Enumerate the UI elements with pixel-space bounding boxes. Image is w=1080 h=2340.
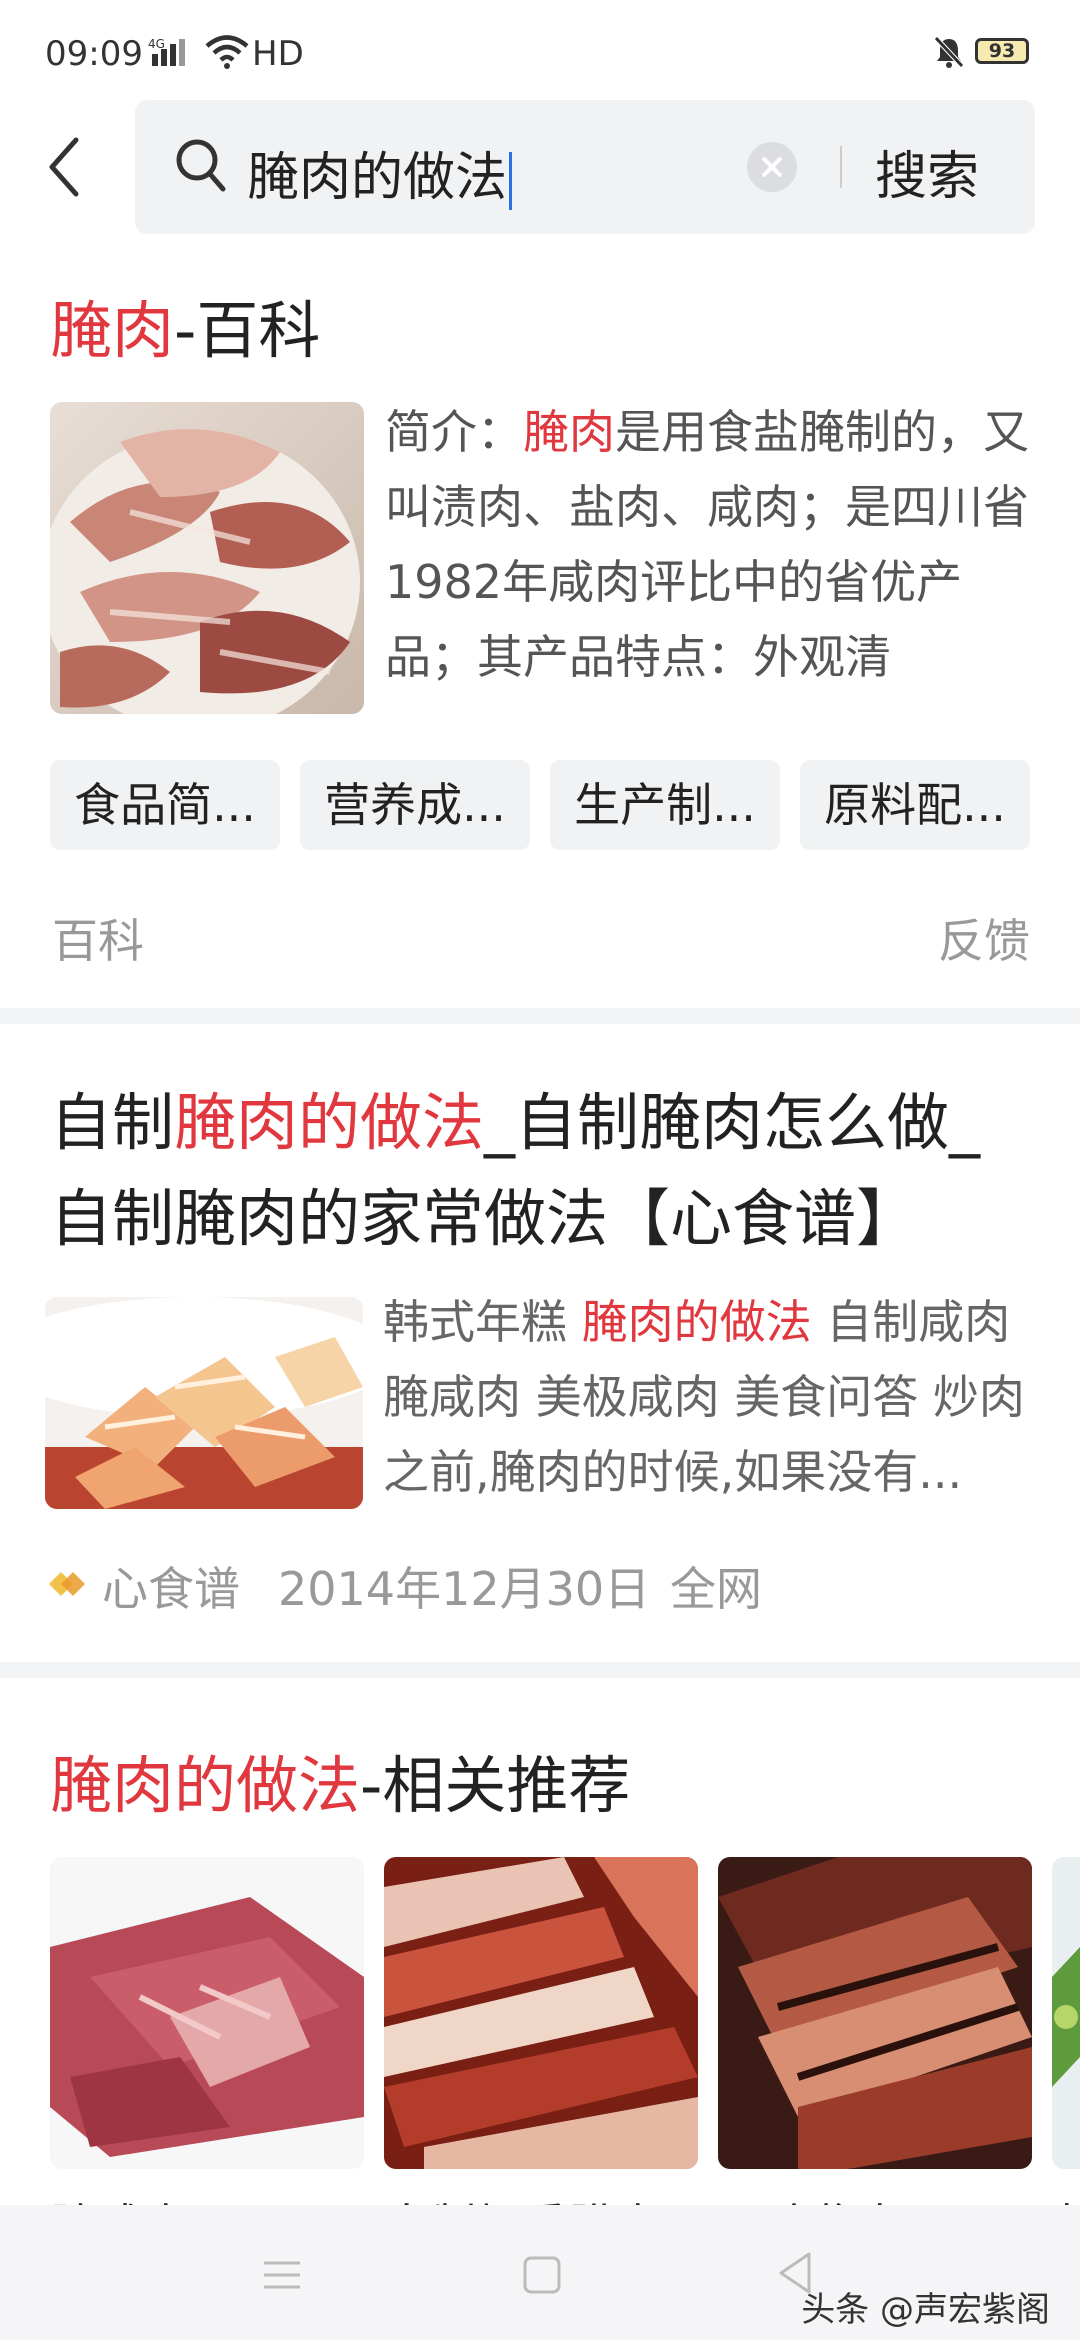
- svg-text:4G: 4G: [148, 37, 165, 51]
- back-button[interactable]: [40, 132, 100, 202]
- status-bar: 09:09 4G HD 93: [0, 0, 1080, 100]
- clear-icon[interactable]: [747, 142, 797, 192]
- feedback-button[interactable]: 反馈: [938, 905, 1030, 971]
- related-card-title: 腌肉的做法-相关推荐: [50, 1749, 631, 1822]
- signal-icon: 4G: [148, 36, 198, 72]
- baike-source: 百科: [52, 914, 144, 968]
- recipe-card-title[interactable]: 自制腌肉的做法_自制腌肉怎么做_自制腌肉的家常做法【心食谱】: [50, 1075, 1040, 1267]
- card-separator: [0, 1008, 1080, 1024]
- baike-card-title[interactable]: 腌肉-百科: [50, 280, 320, 370]
- related-item-image[interactable]: [384, 1857, 698, 2169]
- baike-thumbnail[interactable]: [50, 402, 364, 714]
- search-bar[interactable]: 腌肉的做法 搜索: [135, 100, 1035, 234]
- recipe-thumbnail[interactable]: [45, 1297, 363, 1509]
- baike-chips: 食品简... 营养成... 生产制... 原料配...: [50, 760, 1030, 850]
- battery-icon: 93: [975, 38, 1029, 64]
- hd-indicator: HD: [252, 34, 304, 74]
- search-divider: [840, 146, 842, 188]
- search-submit-button[interactable]: 搜索: [875, 134, 979, 209]
- related-item-image[interactable]: [1052, 1857, 1080, 2169]
- chevron-left-icon: [49, 137, 79, 197]
- bell-muted-icon: [932, 35, 966, 73]
- watermark: 头条 @声宏紫阁: [801, 2290, 1050, 2330]
- source-logo-icon: [45, 1561, 89, 1615]
- card-separator: [0, 1662, 1080, 1678]
- related-carousel[interactable]: [0, 1857, 1080, 2169]
- wifi-icon: [205, 35, 249, 73]
- chip-production[interactable]: 生产制...: [550, 760, 780, 850]
- recipe-source: 心食谱: [102, 1562, 240, 1616]
- search-header: 腌肉的做法 搜索: [0, 100, 1080, 235]
- status-time: 09:09: [45, 34, 143, 74]
- chip-ingredients[interactable]: 原料配...: [800, 760, 1030, 850]
- search-input[interactable]: 腌肉的做法: [247, 135, 513, 210]
- chip-nutrition[interactable]: 营养成...: [300, 760, 530, 850]
- menu-icon[interactable]: [262, 2255, 302, 2299]
- home-icon[interactable]: [522, 2255, 562, 2299]
- recipe-snippet: 韩式年糕 腌肉的做法 自制咸肉 腌咸肉 美极咸肉 美食问答 炒肉之前,腌肉的时候…: [383, 1295, 1025, 1499]
- recipe-date: 2014年12月30日: [278, 1562, 651, 1616]
- baike-intro: 简介：腌肉是用食盐腌制的，又叫渍肉、盐肉、咸肉；是四川省1982年咸肉评比中的省…: [385, 405, 1029, 684]
- chip-food-intro[interactable]: 食品简...: [50, 760, 280, 850]
- related-item-image[interactable]: [718, 1857, 1032, 2169]
- text-caret: [509, 152, 513, 210]
- recipe-scope: 全网: [670, 1562, 762, 1616]
- search-icon: [173, 136, 229, 200]
- related-item-image[interactable]: [50, 1857, 364, 2169]
